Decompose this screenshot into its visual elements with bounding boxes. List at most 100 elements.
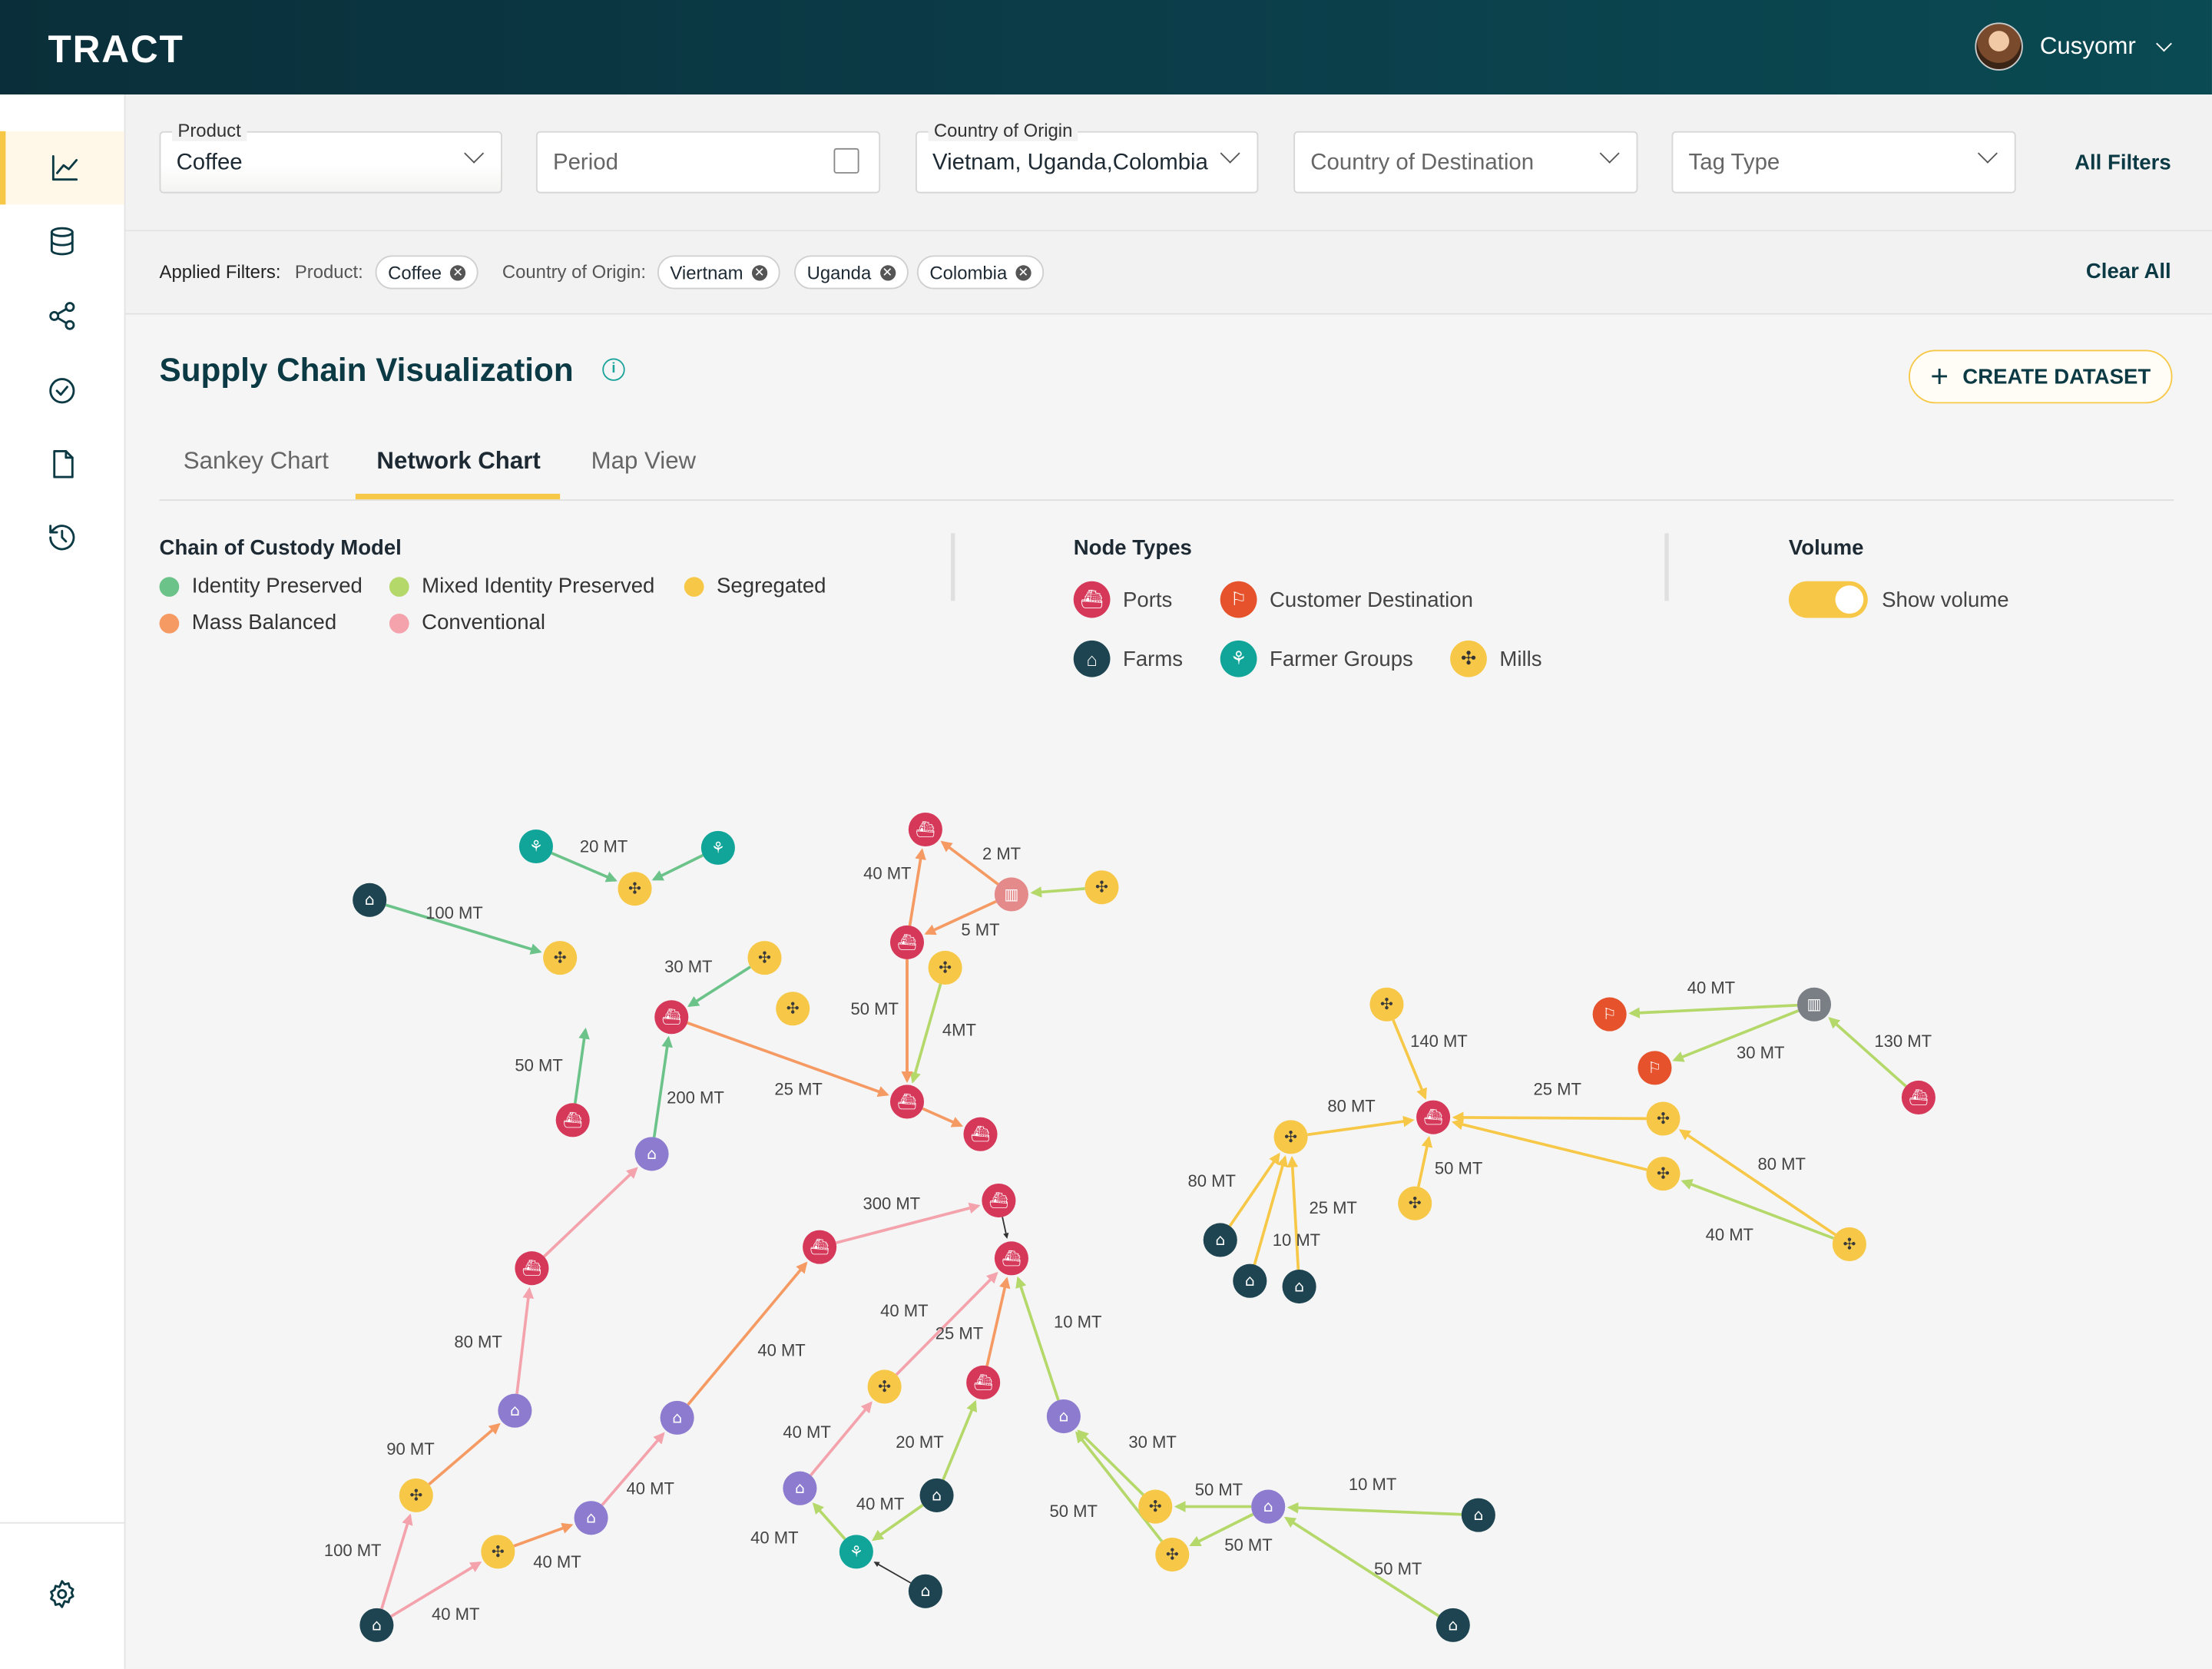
farmer-group-node[interactable]: ⚘ [518,829,553,864]
facility-node[interactable]: ⌂ [660,1400,694,1435]
farm-node[interactable]: ⌂ [1435,1608,1470,1642]
port-node[interactable]: ⛴ [889,1085,925,1119]
document-icon[interactable] [0,428,124,502]
network-edge[interactable] [909,983,942,1084]
chip-origin-vietnam[interactable]: Viertnam ✕ [657,255,780,290]
network-edge[interactable] [551,852,618,883]
port-node[interactable]: ⛴ [1416,1100,1451,1134]
network-edge[interactable] [1452,1111,1647,1124]
settings-icon[interactable] [0,1558,124,1631]
mill-node[interactable]: ✣ [1273,1120,1308,1154]
history-icon[interactable] [0,501,124,575]
network-edge[interactable] [515,1287,535,1395]
farm-node[interactable]: ⌂ [1203,1223,1237,1257]
farmer-group-node[interactable]: ⚘ [700,830,735,865]
network-edge[interactable] [428,1422,501,1485]
port-node[interactable]: ⛴ [963,1117,998,1151]
network-edge[interactable] [1286,1155,1300,1270]
mill-node[interactable]: ✣ [1138,1489,1173,1524]
customer-destination-node[interactable]: ⚐ [1592,997,1627,1032]
close-icon[interactable]: ✕ [1015,264,1031,280]
mill-node[interactable]: ✣ [928,950,962,985]
mill-node[interactable]: ✣ [1398,1186,1432,1220]
network-edge[interactable] [942,1399,977,1481]
port-node[interactable]: ⛴ [1901,1080,1936,1114]
mill-node[interactable]: ✣ [867,1369,902,1404]
network-edge[interactable] [1628,1003,1798,1019]
facility-node[interactable]: ▥ [994,877,1028,912]
mill-node[interactable]: ✣ [399,1478,433,1512]
network-edge[interactable] [1307,1115,1415,1137]
port-node[interactable]: ⛴ [654,1000,689,1035]
origin-select[interactable]: Country of Origin Vietnam, Uganda,Colomb… [916,120,1259,194]
user-name[interactable]: Cusyomr [2040,32,2136,61]
close-icon[interactable]: ✕ [751,264,767,280]
farm-node[interactable]: ⌂ [353,883,387,917]
mill-node[interactable]: ✣ [747,941,782,975]
port-node[interactable]: ⛴ [889,925,925,959]
farmer-group-node[interactable]: ⚘ [839,1535,873,1569]
facility-node[interactable]: ⌂ [574,1501,608,1535]
farm-node[interactable]: ⌂ [908,1574,942,1608]
facility-node[interactable]: ⌂ [1251,1489,1286,1524]
port-node[interactable]: ⛴ [803,1230,837,1264]
port-node[interactable]: ⛴ [994,1241,1028,1276]
chip-product-coffee[interactable]: Coffee ✕ [375,255,478,290]
farm-node[interactable]: ⌂ [1461,1498,1495,1532]
network-edge[interactable] [1828,1017,1907,1088]
farm-node[interactable]: ⌂ [1233,1263,1267,1298]
share-icon[interactable] [0,280,124,353]
avatar[interactable] [1975,22,2023,71]
port-node[interactable]: ⛴ [982,1183,1016,1218]
chip-origin-uganda[interactable]: Uganda ✕ [794,255,909,290]
network-edge[interactable] [1002,1217,1009,1239]
tract-logo[interactable]: TRACT [48,28,184,72]
network-edge[interactable] [651,853,704,881]
close-icon[interactable]: ✕ [879,264,896,280]
all-filters-link[interactable]: All Filters [2075,151,2171,175]
chevron-down-icon[interactable] [2156,35,2172,51]
network-edge[interactable] [1286,1502,1462,1516]
network-chart[interactable]: 20 MT 100 MT 2 MT 40 MT 5 MT 30 MT 4MT 50 MT 50 … [125,315,2211,1669]
destination-select[interactable]: Country of Destination [1293,131,1638,194]
mill-node[interactable]: ✣ [1832,1227,1866,1262]
check-circle-icon[interactable] [0,354,124,428]
close-icon[interactable]: ✕ [450,264,466,280]
mill-node[interactable]: ✣ [1084,870,1119,905]
facility-node[interactable]: ▥ [1796,987,1832,1022]
mill-node[interactable]: ✣ [776,992,810,1026]
network-edge[interactable] [985,1277,1011,1366]
mill-node[interactable]: ✣ [1646,1101,1681,1136]
facility-node[interactable]: ⌂ [498,1393,532,1428]
facility-node[interactable]: ⌂ [1046,1399,1081,1434]
network-edge[interactable] [1417,1135,1433,1187]
port-node[interactable]: ⛴ [966,1365,1001,1400]
network-edge[interactable] [812,1502,846,1541]
network-edge[interactable] [1030,886,1085,898]
mill-node[interactable]: ✣ [1369,987,1404,1022]
database-icon[interactable] [0,204,124,278]
period-picker[interactable]: Period [535,131,881,194]
network-edge[interactable] [1015,1276,1060,1401]
port-node[interactable]: ⛴ [908,812,942,847]
mill-node[interactable]: ✣ [481,1535,515,1569]
mill-node[interactable]: ✣ [1155,1538,1190,1572]
product-select[interactable]: Product Coffee [159,120,502,194]
analytics-icon[interactable] [0,131,124,205]
mill-node[interactable]: ✣ [618,872,652,906]
mill-node[interactable]: ✣ [1646,1157,1681,1191]
network-edge[interactable] [573,1027,590,1104]
chip-origin-colombia[interactable]: Colombia ✕ [916,255,1045,290]
facility-node[interactable]: ⌂ [783,1471,817,1505]
customer-destination-node[interactable]: ⚐ [1637,1051,1672,1085]
network-edge[interactable] [1678,1129,1836,1237]
calendar-icon[interactable] [833,147,859,174]
network-edge[interactable] [922,1107,963,1128]
port-node[interactable]: ⛴ [555,1103,590,1138]
port-node[interactable]: ⛴ [515,1251,549,1286]
farm-node[interactable]: ⌂ [919,1478,954,1512]
farm-node[interactable]: ⌂ [1282,1270,1316,1304]
network-edge[interactable] [908,848,926,926]
tag-type-select[interactable]: Tag Type [1671,131,2016,194]
network-edge[interactable] [543,1167,638,1258]
